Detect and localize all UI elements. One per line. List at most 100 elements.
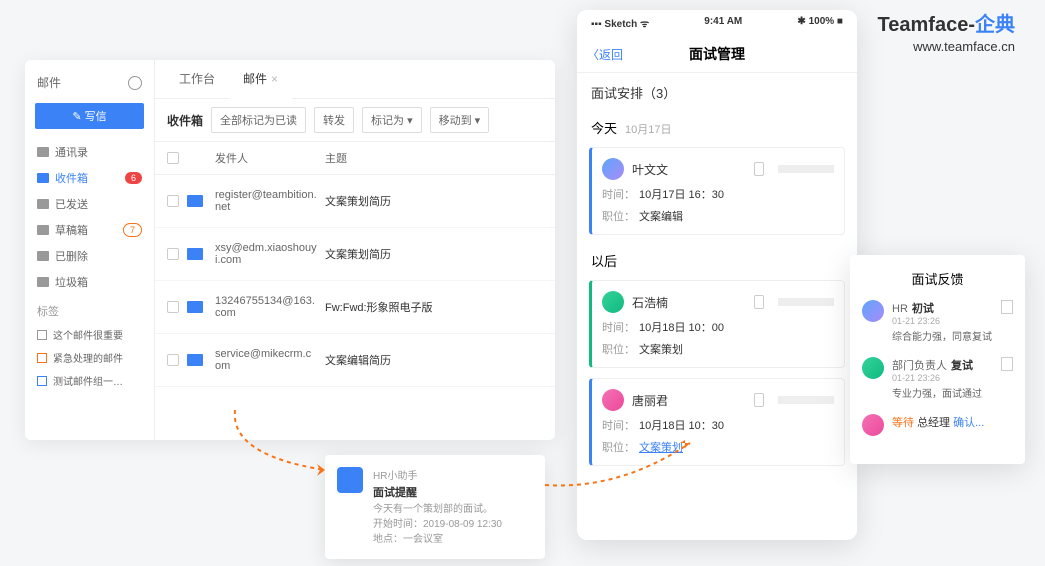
tab[interactable]: 邮件 ×: [229, 60, 292, 99]
avatar: [602, 158, 624, 180]
folder-icon: [37, 173, 49, 183]
close-icon[interactable]: ×: [271, 72, 278, 86]
phone-icon[interactable]: [754, 162, 764, 176]
forward-button[interactable]: 转发: [314, 107, 354, 133]
mail-row[interactable]: register@teambition.net文案策划简历: [155, 175, 555, 228]
interview-time: 时间：10月18日 10：30: [602, 417, 834, 433]
select-all-checkbox[interactable]: [167, 152, 179, 164]
row-checkbox[interactable]: [167, 195, 179, 207]
tabs: 工作台邮件 ×: [155, 60, 555, 99]
mail-from: 13246755134@163.com: [215, 295, 325, 319]
row-checkbox[interactable]: [167, 248, 179, 260]
row-checkbox[interactable]: [167, 301, 179, 313]
notification-card[interactable]: HR小助手 面试提醒 今天有一个策划部的面试。 开始时间：2019-08-09 …: [325, 455, 545, 559]
tag-item[interactable]: 这个邮件很重要: [25, 323, 154, 346]
sidebar-item-label: 已删除: [55, 248, 88, 264]
feedback-time: 01-21 23:26: [892, 373, 993, 383]
mark-read-button[interactable]: 全部标记为已读: [211, 107, 306, 133]
row-checkbox[interactable]: [167, 354, 179, 366]
sidebar-item[interactable]: 已发送: [25, 191, 154, 217]
mail-subject: Fw:Fwd:形象照电子版: [325, 299, 543, 315]
mail-row[interactable]: service@mikecrm.com文案编辑简历: [155, 334, 555, 387]
mail-row[interactable]: 13246755134@163.comFw:Fwd:形象照电子版: [155, 281, 555, 334]
feedback-row: 部门负责人复试01-21 23:26专业力强，面试通过: [862, 357, 1013, 400]
folder-icon: [37, 251, 49, 261]
notif-line: 今天有一个策划部的面试。: [373, 502, 502, 517]
sidebar-item-label: 垃圾箱: [55, 274, 88, 290]
calendar-icon: [337, 467, 363, 493]
interview-time: 时间：10月17日 16：30: [602, 186, 834, 202]
envelope-icon: [187, 195, 203, 207]
sidebar-item-label: 草稿箱: [55, 222, 88, 238]
sidebar-item-label: 通讯录: [55, 144, 88, 160]
candidate-name: 唐丽君: [632, 392, 668, 409]
sidebar-item[interactable]: 草稿箱7: [25, 217, 154, 243]
tab-label: 邮件: [243, 72, 267, 86]
section-title: 今天: [591, 118, 617, 137]
mail-main: 工作台邮件 × 收件箱 全部标记为已读 转发 标记为 ▾ 移动到 ▾ 发件人 主题…: [155, 60, 555, 440]
phone-mockup: ▪▪▪ Sketch ᯤ9:41 AM✱ 100% ■ 〈返回 面试管理 面试安…: [577, 10, 857, 540]
mail-from: service@mikecrm.com: [215, 348, 325, 372]
compose-button[interactable]: ✎ 写信: [35, 103, 144, 129]
avatar: [862, 357, 884, 379]
back-button[interactable]: 〈返回: [587, 46, 623, 63]
folder-icon: [37, 225, 49, 235]
sidebar-item-label: 已发送: [55, 196, 88, 212]
candidate-name: 石浩楠: [632, 294, 668, 311]
refresh-icon[interactable]: [128, 76, 142, 90]
sidebar-title: 邮件: [37, 74, 61, 91]
folder-icon: [37, 277, 49, 287]
tag-item[interactable]: 测试邮件组一…: [25, 369, 154, 392]
feedback-panel: 面试反馈 HR初试01-21 23:26综合能力强，同意复试部门负责人复试01-…: [850, 255, 1025, 464]
tag-label: 这个邮件很重要: [53, 327, 123, 342]
envelope-icon: [187, 248, 203, 260]
tag-color-icon: [37, 376, 47, 386]
folder-icon: [37, 199, 49, 209]
interview-position: 职位：文案策划: [602, 439, 834, 455]
notif-source: HR小助手: [373, 467, 502, 482]
document-icon[interactable]: [1001, 300, 1013, 314]
section-date: 10月17日: [625, 121, 671, 137]
document-icon[interactable]: [1001, 357, 1013, 371]
feedback-title: 面试反馈: [862, 269, 1013, 288]
page-title: 面试管理: [689, 44, 745, 64]
sidebar-item-label: 收件箱: [55, 170, 88, 186]
phone-icon[interactable]: [754, 393, 764, 407]
subhead: 面试安排（3）: [577, 73, 857, 112]
tag-color-icon: [37, 353, 47, 363]
phone-icon[interactable]: [754, 295, 764, 309]
feedback-text: 综合能力强，同意复试: [892, 328, 993, 343]
notif-line: 开始时间：2019-08-09 12:30: [373, 517, 502, 532]
sidebar-item[interactable]: 垃圾箱: [25, 269, 154, 295]
mail-subject: 文案策划简历: [325, 193, 543, 209]
interview-position: 职位：文案编辑: [602, 208, 834, 224]
brand-logo: Teamface-企典 www.teamface.cn: [878, 8, 1015, 54]
sidebar-item[interactable]: 已删除: [25, 243, 154, 269]
mail-subject: 文案策划简历: [325, 246, 543, 262]
feedback-text: 专业力强，面试通过: [892, 385, 993, 400]
sidebar-item[interactable]: 收件箱6: [25, 165, 154, 191]
tag-button[interactable]: 标记为 ▾: [362, 107, 422, 133]
tag-item[interactable]: 紧急处理的邮件: [25, 346, 154, 369]
inbox-label: 收件箱: [167, 112, 203, 129]
mail-subject: 文案编辑简历: [325, 352, 543, 368]
interview-card[interactable]: 唐丽君时间：10月18日 10：30 职位：文案策划: [589, 378, 845, 466]
tab[interactable]: 工作台: [165, 60, 229, 98]
tags-heading: 标签: [25, 295, 154, 323]
feedback-time: 01-21 23:26: [892, 316, 993, 326]
col-from: 发件人: [215, 150, 325, 166]
section-header: 以后: [577, 245, 857, 276]
tag-label: 测试邮件组一…: [53, 373, 123, 388]
interview-card[interactable]: 叶文文时间：10月17日 16：30职位：文案编辑: [589, 147, 845, 235]
feedback-row: HR初试01-21 23:26综合能力强，同意复试: [862, 300, 1013, 343]
mail-row[interactable]: xsy@edm.xiaoshouyi.com文案策划简历: [155, 228, 555, 281]
move-button[interactable]: 移动到 ▾: [430, 107, 490, 133]
interview-time: 时间：10月18日 10：00: [602, 319, 834, 335]
section-title: 以后: [591, 251, 617, 270]
avatar: [602, 389, 624, 411]
interview-card[interactable]: 石浩楠时间：10月18日 10：00职位：文案策划: [589, 280, 845, 368]
status-bar: ▪▪▪ Sketch ᯤ9:41 AM✱ 100% ■: [577, 10, 857, 36]
mail-app: 邮件 ✎ 写信 通讯录收件箱6 已发送草稿箱7 已删除垃圾箱 标签 这个邮件很重要紧…: [25, 60, 555, 440]
col-subject: 主题: [325, 150, 543, 166]
sidebar-item[interactable]: 通讯录: [25, 139, 154, 165]
